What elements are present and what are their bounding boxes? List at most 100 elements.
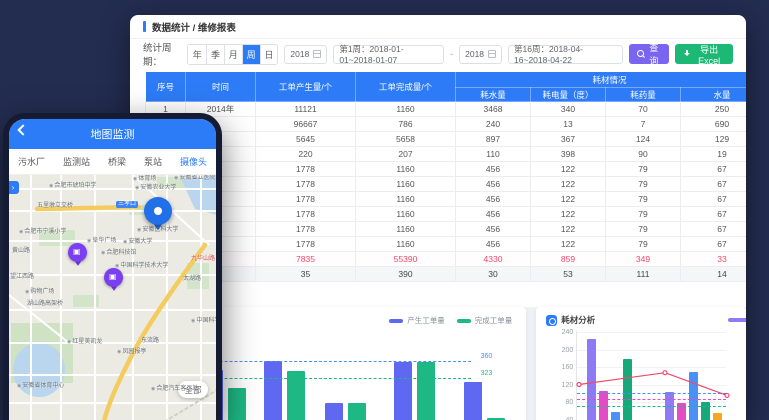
col-header-time[interactable]: 时间 <box>186 72 256 102</box>
bar[interactable] <box>264 361 282 420</box>
table-row[interactable]: 12014年111211160346834070250 <box>146 102 747 117</box>
chart-title-row: 耗材分析 <box>546 314 595 326</box>
phone-tab-摄像头[interactable]: 摄像头 <box>180 151 207 172</box>
week-start-input[interactable]: 第1周：2018-01-01~2018-01-07 <box>333 45 444 64</box>
range-separator: - <box>450 49 453 59</box>
map-label: 合肥市琥珀中学 <box>49 183 96 190</box>
map-label: 太湖路 <box>183 276 201 283</box>
map-label: 望江西路 <box>10 274 34 281</box>
map-label: 黄山路 <box>12 248 30 255</box>
back-icon[interactable] <box>17 124 28 135</box>
table-row[interactable]: 10177811604561227967 <box>146 237 747 252</box>
chart-legend-marker <box>728 318 746 322</box>
map-label: 安徽省立医院 <box>174 175 215 182</box>
consumables-chart-card: 耗材分析 2402001601208040 <box>536 307 746 420</box>
breadcrumb-bar: 数据统计 / 维修报表 <box>130 15 746 39</box>
chart-icon <box>546 315 557 326</box>
map-label: 中国科学院 <box>191 318 216 325</box>
map-label: 九华山路 <box>191 256 215 263</box>
map-label: 红星美凯龙 <box>67 339 102 346</box>
map-label: 阜华广场 <box>87 238 116 245</box>
col-header-created[interactable]: 工单产生量/个 <box>256 72 356 102</box>
y-axis-tick: 80 <box>566 399 574 406</box>
period-option-月[interactable]: 月 <box>224 45 242 64</box>
map-label: 湖山路高架桥 <box>27 301 63 308</box>
selected-camera-pin[interactable] <box>144 197 172 231</box>
year-end-select[interactable]: 2018 <box>459 45 502 64</box>
bar[interactable] <box>348 403 366 420</box>
legend-item[interactable]: 完成工单量 <box>457 315 513 326</box>
map-label: 体育场 <box>133 176 156 183</box>
report-table: 序号 时间 工单产生量/个 工单完成量/个 耗材情况 耗水量耗电量（度）耗药量水… <box>145 71 746 282</box>
col-header-completed[interactable]: 工单完成量/个 <box>356 72 456 102</box>
map-label: 东流路 <box>141 338 159 345</box>
period-label: 统计周期： <box>143 40 181 68</box>
calendar-icon <box>313 50 321 58</box>
map-label: 合肥市宁溪小学 <box>19 229 66 236</box>
reference-line-label: 360 <box>481 353 493 360</box>
y-axis-tick: 200 <box>562 347 574 354</box>
phone-tab-监测站[interactable]: 监测站 <box>63 151 90 172</box>
phone-tab-bar: 污水厂监测站桥梁泵站摄像头 <box>9 149 216 175</box>
bar[interactable] <box>464 382 482 420</box>
year-start-select[interactable]: 2018 <box>284 45 327 64</box>
map-label: 安徽农业大学 <box>135 185 176 192</box>
y-axis-tick: 120 <box>562 382 574 389</box>
week-start-value: 第1周：2018-01-01~2018-01-07 <box>339 43 438 65</box>
phone-mockup: 地图监测 污水厂监测站桥梁泵站摄像头 <box>3 113 222 420</box>
breadcrumb: 数据统计 / 维修报表 <box>152 20 236 34</box>
camera-pin[interactable] <box>68 243 87 266</box>
phone-header: 地图监测 <box>9 119 216 149</box>
map-label: 五里墩立交桥 <box>37 203 73 210</box>
map-view[interactable]: › 全部 合肥市琥珀中学体育场安徽农业大学安徽省立医院五里墩立交桥三孝口合肥市宁… <box>9 175 216 420</box>
table-row[interactable]: 5177811604561227967 <box>146 162 747 177</box>
map-label: 购物广场 <box>25 289 54 296</box>
camera-pin[interactable] <box>104 268 123 291</box>
period-option-季[interactable]: 季 <box>206 45 224 64</box>
report-table-wrap: 序号 时间 工单产生量/个 工单完成量/个 耗材情况 耗水量耗电量（度）耗药量水… <box>145 71 746 282</box>
table-row[interactable]: 7177811604561227967 <box>146 192 747 207</box>
period-option-周[interactable]: 周 <box>242 45 260 64</box>
legend-item[interactable]: 产生工单量 <box>389 315 445 326</box>
col-subheader-2: 耗药量 <box>606 88 681 102</box>
page-background: 数据统计 / 维修报表 统计周期： 年季月周日 2018 第1周：2018-01… <box>0 0 769 420</box>
col-subheader-1: 耗电量（度） <box>531 88 606 102</box>
bar[interactable] <box>228 388 246 420</box>
bar[interactable] <box>325 403 343 420</box>
table-row[interactable]: 8177811604561227967 <box>146 207 747 222</box>
map-label: 安徽大学 <box>123 239 152 246</box>
table-row[interactable]: 356455658897367124129 <box>146 132 747 147</box>
reference-line-label: 323 <box>481 370 493 377</box>
y-axis-tick: 240 <box>562 329 574 336</box>
bar[interactable] <box>394 362 412 420</box>
map-label: 三孝口 <box>116 201 138 208</box>
phone-tab-泵站[interactable]: 泵站 <box>144 151 162 172</box>
period-segmented-control: 年季月周日 <box>187 44 278 65</box>
export-button-label: 导出Excel <box>693 43 725 66</box>
bar[interactable] <box>287 371 305 420</box>
charts-row: 产生工单量完成工单量 360323 耗材分析 2402001601208040 <box>130 307 746 420</box>
table-row[interactable]: 6177811604561227967 <box>146 177 747 192</box>
phone-tab-污水厂[interactable]: 污水厂 <box>18 151 45 172</box>
bar[interactable] <box>417 362 435 420</box>
map-label: 合肥科技馆 <box>101 250 136 257</box>
phone-tab-桥梁[interactable]: 桥梁 <box>108 151 126 172</box>
week-end-input[interactable]: 第16周：2018-04-16~2018-04-22 <box>508 45 623 64</box>
chart-title: 耗材分析 <box>561 314 595 326</box>
desktop-window: 数据统计 / 维修报表 统计周期： 年季月周日 2018 第1周：2018-01… <box>130 15 746 420</box>
period-option-日[interactable]: 日 <box>260 45 278 64</box>
table-row[interactable]: 9177811604561227967 <box>146 222 747 237</box>
map-label: 安徽省体育中心 <box>17 383 64 390</box>
table-row[interactable]: 42202071103989019 <box>146 147 747 162</box>
breadcrumb-accent <box>143 21 146 32</box>
export-excel-button[interactable]: 导出Excel <box>675 44 733 64</box>
col-header-no[interactable]: 序号 <box>146 72 186 102</box>
layer-toggle-button[interactable]: › <box>9 181 19 194</box>
table-row[interactable]: 296667786240137690 <box>146 117 747 132</box>
filter-bar: 统计周期： 年季月周日 2018 第1周：2018-01-01~2018-01-… <box>130 39 746 69</box>
period-option-年[interactable]: 年 <box>188 45 206 64</box>
map-label: 凤园报亭 <box>117 349 146 356</box>
query-button[interactable]: 查询 <box>629 44 669 64</box>
chart-legend: 产生工单量 完成工单量 <box>389 315 512 326</box>
col-header-consumables: 耗材情况 <box>456 72 747 88</box>
